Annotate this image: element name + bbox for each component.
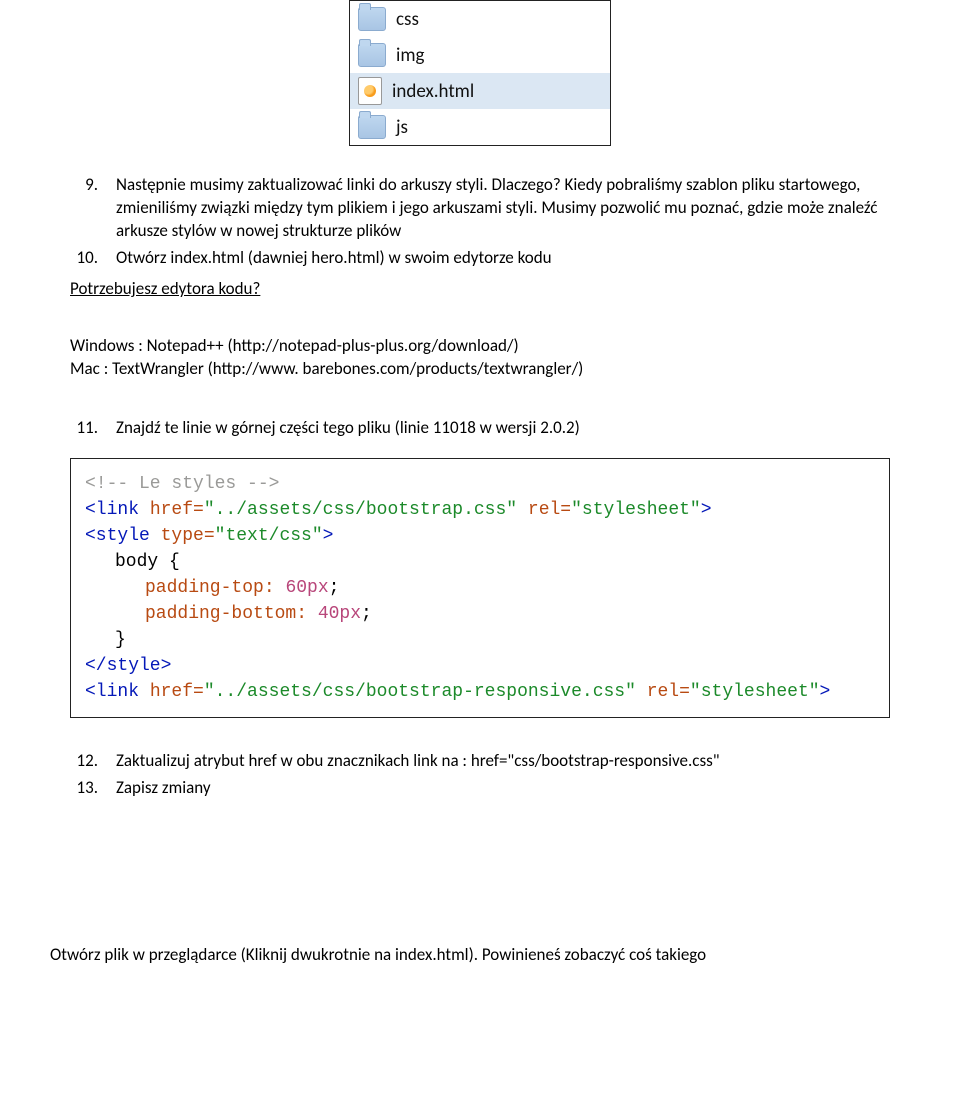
file-row-js[interactable]: js — [350, 109, 610, 145]
code-semi: ; — [329, 578, 340, 598]
step-text: Następnie musimy zaktualizować linki do … — [116, 174, 890, 243]
editor-mac: Mac : TextWrangler (http://www. barebone… — [70, 358, 890, 381]
step-10: 10. Otwórz index.html (dawniej hero.html… — [70, 247, 890, 270]
html-file-icon — [358, 77, 382, 105]
code-val: "text/css" — [215, 526, 323, 546]
code-prop: padding-top: — [145, 578, 285, 598]
file-row-css[interactable]: css — [350, 1, 610, 37]
step-13: 13. Zapisz zmiany — [70, 777, 890, 800]
step-number: 12. — [70, 750, 98, 773]
step-12: 12. Zaktualizuj atrybut href w obu znacz… — [70, 750, 890, 773]
code-tag: <link — [85, 500, 150, 520]
step-9: 9. Następnie musimy zaktualizować linki … — [70, 174, 890, 243]
code-val: "stylesheet" — [571, 500, 701, 520]
file-name: css — [396, 8, 419, 31]
code-tag: > — [820, 682, 831, 702]
step-text: Znajdź te linie w górnej części tego pli… — [116, 417, 890, 440]
step-number: 11. — [70, 417, 98, 440]
code-prop: padding-bottom: — [145, 604, 318, 624]
code-close-brace: } — [115, 630, 126, 650]
step-number: 13. — [70, 777, 98, 800]
editor-windows: Windows : Notepad++ (http://notepad-plus… — [70, 335, 890, 358]
code-attr: href= — [150, 682, 204, 702]
code-value: 60px — [285, 578, 328, 598]
code-attr: rel= — [636, 682, 690, 702]
code-val: "../assets/css/bootstrap.css" — [204, 500, 517, 520]
file-name: index.html — [392, 80, 474, 103]
footer-text: Otwórz plik w przeglądarce (Kliknij dwuk… — [50, 944, 890, 967]
code-tag: > — [701, 500, 712, 520]
code-attr: type= — [161, 526, 215, 546]
code-value: 40px — [318, 604, 361, 624]
step-text: Zapisz zmiany — [116, 777, 890, 800]
step-number: 9. — [70, 174, 98, 243]
code-semi: ; — [361, 604, 372, 624]
step-11: 11. Znajdź te linie w górnej części tego… — [70, 417, 890, 440]
file-name: js — [396, 116, 408, 139]
step-text: Zaktualizuj atrybut href w obu znacznika… — [116, 750, 890, 773]
code-val: "stylesheet" — [690, 682, 820, 702]
code-tag: <style — [85, 526, 161, 546]
folder-icon — [358, 115, 386, 139]
file-row-img[interactable]: img — [350, 37, 610, 73]
folder-icon — [358, 43, 386, 67]
file-row-index-html[interactable]: index.html — [350, 73, 610, 109]
file-name: img — [396, 44, 424, 67]
code-snippet: <!-- Le styles --> <link href="../assets… — [70, 458, 890, 719]
code-tag: > — [323, 526, 334, 546]
file-browser: css img index.html js — [349, 0, 611, 146]
code-tag: </style> — [85, 656, 171, 676]
editor-heading: Potrzebujesz edytora kodu? — [70, 278, 890, 299]
code-tag: <link — [85, 682, 150, 702]
code-attr: href= — [150, 500, 204, 520]
code-attr: rel= — [517, 500, 571, 520]
step-text: Otwórz index.html (dawniej hero.html) w … — [116, 247, 890, 270]
step-number: 10. — [70, 247, 98, 270]
code-selector: body { — [115, 552, 180, 572]
code-comment: <!-- Le styles --> — [85, 474, 279, 494]
folder-icon — [358, 7, 386, 31]
code-val: "../assets/css/bootstrap-responsive.css" — [204, 682, 636, 702]
